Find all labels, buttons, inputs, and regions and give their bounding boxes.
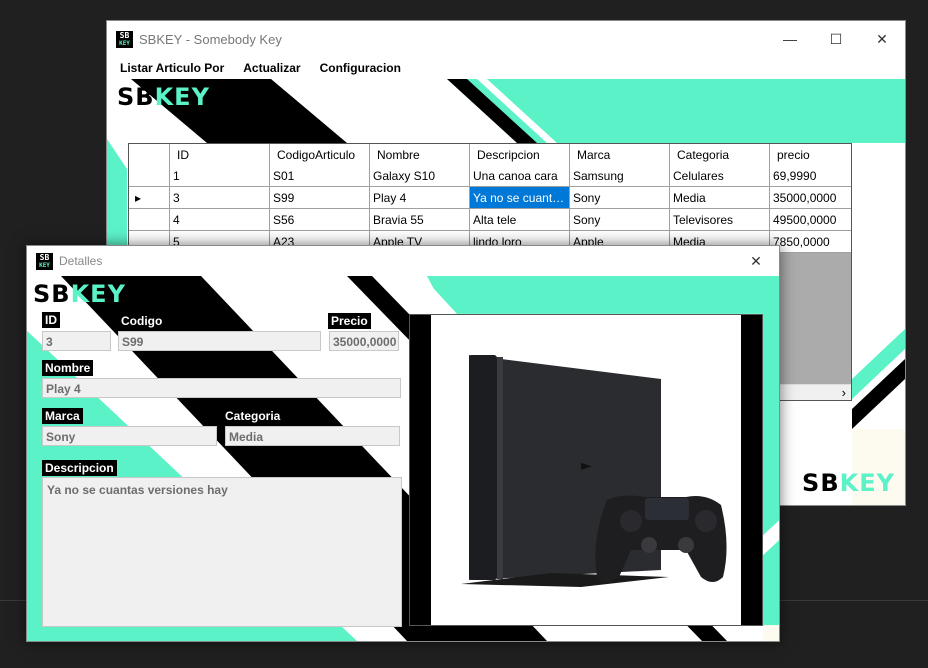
cell-descripcion[interactable]: Alta tele [470,209,570,231]
id-field[interactable]: 3 [42,331,111,351]
app-icon: SB KEY [116,30,133,48]
descripcion-label: Descripcion [42,460,117,476]
column-header-marca[interactable]: Marca [570,144,670,166]
cell-categoria[interactable]: Televisores [670,209,770,231]
precio-field[interactable]: 35000,0000 [329,331,399,351]
marca-field[interactable]: Sony [42,426,217,446]
table-row[interactable]: ▸3S99Play 4Ya no se cuantas versiones ha… [129,187,851,209]
title-bar: SB KEY SBKEY - Somebody Key — ☐ ✕ [107,21,905,57]
cell-categoria[interactable]: Media [670,187,770,209]
nombre-label: Nombre [42,360,94,376]
sbkey-logo: SBKEY [33,280,126,308]
cell-codigo[interactable]: S01 [270,165,370,187]
column-header-codigo[interactable]: CodigoArticulo [270,144,370,166]
current-row-indicator-icon[interactable]: ▸ [129,187,170,209]
svg-text:►: ► [581,458,592,474]
cell-id[interactable]: 1 [170,165,270,187]
app-icon: SB KEY [36,252,53,270]
product-picture: ► [409,314,763,626]
descripcion-field[interactable]: Ya no se cuantas versiones hay [42,477,402,627]
cell-codigo[interactable]: S56 [270,209,370,231]
categoria-label: Categoria [222,408,284,424]
cell-marca[interactable]: Sony [570,209,670,231]
cell-precio[interactable]: 7850,0000 [770,231,851,253]
column-header-categoria[interactable]: Categoria [670,144,770,166]
details-title: Detalles [59,254,103,268]
details-window: SB KEY Detalles ✕ SBKEY ID 3 Codigo S99 P… [26,245,780,642]
cell-id[interactable]: 3 [170,187,270,209]
row-header-corner [129,144,170,166]
maximize-button[interactable]: ☐ [813,21,859,57]
cell-codigo[interactable]: S99 [270,187,370,209]
precio-label: Precio [328,313,371,329]
cell-descripcion[interactable]: Una canoa cara [470,165,570,187]
id-label: ID [42,312,60,328]
window-title: SBKEY - Somebody Key [139,31,282,47]
ps4-console-image: ► [461,355,727,587]
categoria-field[interactable]: Media [225,426,400,446]
menu-configuracion[interactable]: Configuracion [320,61,401,75]
details-close-button[interactable]: ✕ [733,246,779,276]
table-row[interactable]: 4 S56 Bravia 55 Alta tele Sony Televisores 495… [129,209,851,231]
table-row[interactable]: 1 S01 Galaxy S10 Una canoa cara Samsung Celul… [129,165,851,187]
details-content: SBKEY ID 3 Codigo S99 Precio 35000,0000 … [27,276,779,641]
cell-categoria[interactable]: Celulares [670,165,770,187]
codigo-label: Codigo [118,313,166,329]
cell-precio[interactable]: 69,9990 [770,165,851,187]
cell-precio[interactable]: 35000,0000 [770,187,851,209]
close-button[interactable]: ✕ [859,21,905,57]
marca-label: Marca [42,408,83,424]
minimize-button[interactable]: — [767,21,813,57]
grid-header: ID CodigoArticulo Nombre Descripcion Mar… [129,144,851,166]
cell-marca[interactable]: Samsung [570,165,670,187]
column-header-precio[interactable]: precio [770,144,851,166]
column-header-descripcion[interactable]: Descripcion [470,144,570,166]
details-title-bar: SB KEY Detalles ✕ [27,246,779,276]
codigo-field[interactable]: S99 [118,331,321,351]
sbkey-logo-corner: SBKEY [802,469,895,497]
cell-nombre[interactable]: Bravia 55 [370,209,470,231]
cell-precio[interactable]: 49500,0000 [770,209,851,231]
cell-nombre[interactable]: Galaxy S10 [370,165,470,187]
scroll-right-icon[interactable]: › [842,385,846,400]
menu-actualizar[interactable]: Actualizar [243,61,300,75]
menu-bar: Listar Articulo Por Actualizar Configura… [107,57,905,79]
row-header[interactable] [129,165,170,187]
column-header-id[interactable]: ID [170,144,270,166]
cell-nombre[interactable]: Play 4 [370,187,470,209]
nombre-field[interactable]: Play 4 [42,378,401,398]
menu-listar-articulo-por[interactable]: Listar Articulo Por [120,61,224,75]
sbkey-logo: SBKEY [117,83,210,111]
cell-descripcion[interactable]: Ya no se cuantas versiones hay [470,187,570,209]
column-header-nombre[interactable]: Nombre [370,144,470,166]
cell-id[interactable]: 4 [170,209,270,231]
cell-marca[interactable]: Sony [570,187,670,209]
row-header[interactable] [129,209,170,231]
